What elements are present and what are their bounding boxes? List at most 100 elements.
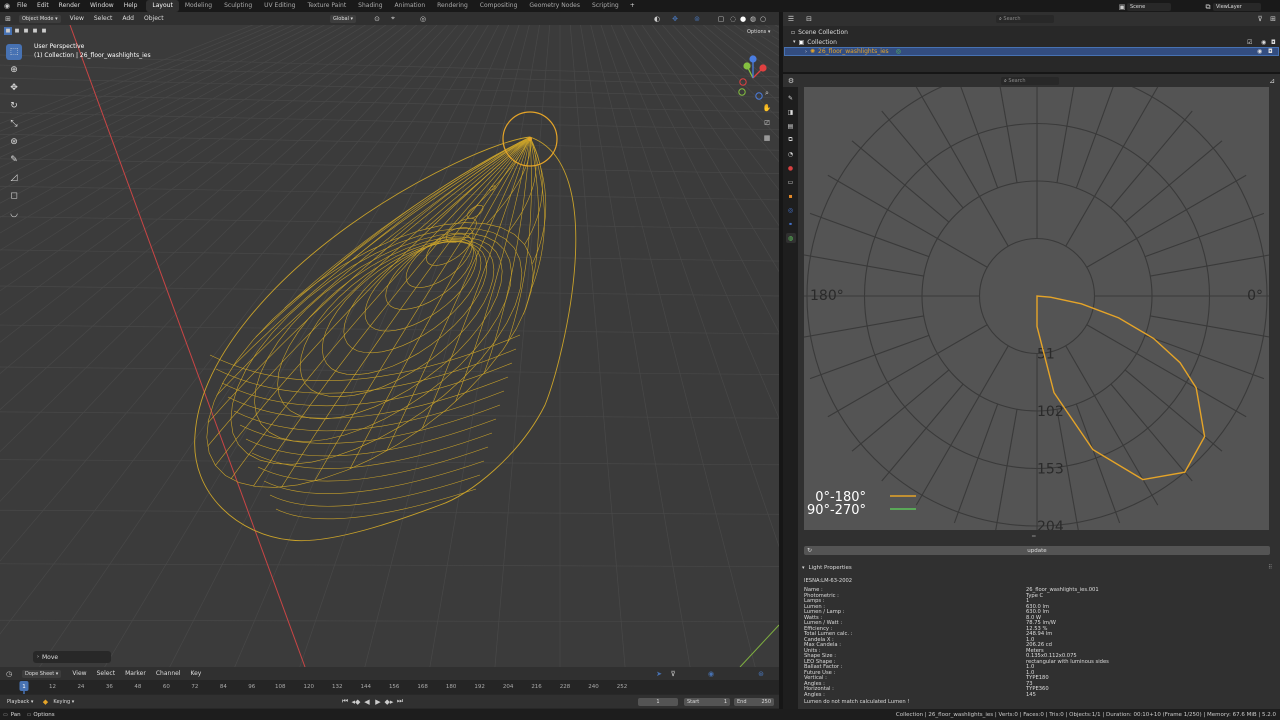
object-render-icon[interactable]: ◘ xyxy=(1268,48,1273,55)
curve-tool-icon[interactable]: ◡ xyxy=(6,206,22,222)
scene-selector[interactable]: ▣ Scene xyxy=(1117,2,1171,12)
scene-name-field[interactable]: Scene xyxy=(1127,3,1171,11)
scale-icon[interactable]: ⤡ xyxy=(6,116,22,132)
jump-start-icon[interactable]: ⏮ xyxy=(340,697,350,707)
select-extend-icon[interactable]: ■ xyxy=(13,27,21,35)
end-frame-field[interactable]: End 250 xyxy=(734,697,774,706)
snap-icon[interactable]: ⌖ xyxy=(388,14,398,24)
playhead-sync-icon[interactable]: ◉ xyxy=(706,669,716,679)
tab-sculpting[interactable]: Sculpting xyxy=(218,0,258,12)
timeline-menu-channel[interactable]: Channel xyxy=(151,668,186,680)
viewport-menu-add[interactable]: Add xyxy=(117,13,139,25)
editor-mode-dropdown[interactable]: Dope Sheet ▾ xyxy=(22,669,62,678)
tab-scripting[interactable]: Scripting xyxy=(586,0,625,12)
pan-hand-icon[interactable]: ✋ xyxy=(762,103,772,113)
scene-tab-icon[interactable]: ◔ xyxy=(786,149,796,159)
timeline-menu-select[interactable]: Select xyxy=(92,668,121,680)
area-divider[interactable] xyxy=(783,72,1280,74)
viewport-canvas[interactable]: ■ ■ ■ ■ ■ User Perspective (1) Collectio… xyxy=(0,25,779,667)
menu-help[interactable]: Help xyxy=(119,0,143,12)
transform-icon[interactable]: ⊛ xyxy=(6,134,22,150)
editor-type-icon[interactable]: ⊞ xyxy=(3,14,13,24)
jump-end-icon[interactable]: ⏭ xyxy=(395,697,405,707)
select-subtract-icon[interactable]: ■ xyxy=(22,27,30,35)
tab-layout[interactable]: Layout xyxy=(146,0,179,12)
overlay-toggle-icon[interactable]: ⊚ xyxy=(692,14,702,24)
gizmo-toggle-icon[interactable]: ✥ xyxy=(670,14,680,24)
cursor-icon[interactable]: ⊕ xyxy=(6,62,22,78)
menu-render[interactable]: Render xyxy=(54,0,85,12)
start-frame-field[interactable]: Start 1 xyxy=(684,697,730,706)
properties-search[interactable]: ⌕ Search xyxy=(1001,76,1059,85)
resize-grip-icon[interactable]: ═ xyxy=(1032,533,1036,540)
tab-rendering[interactable]: Rendering xyxy=(431,0,474,12)
playback-dropdown[interactable]: Playback ▾ xyxy=(4,697,37,706)
viewlayer-name-field[interactable]: ViewLayer xyxy=(1213,3,1261,11)
outliner-editor-icon[interactable]: ☰ xyxy=(786,14,796,24)
collection-checkbox-icon[interactable]: ☑ xyxy=(1247,39,1252,46)
select-invert-icon[interactable]: ■ xyxy=(31,27,39,35)
object-row-selected[interactable]: › ✺ 26_floor_washlights_ies ◎ ◉ ◘ xyxy=(784,47,1279,56)
new-collection-icon[interactable]: ⊞ xyxy=(1268,14,1278,24)
tab-animation[interactable]: Animation xyxy=(389,0,432,12)
ortho-grid-icon[interactable]: ▦ xyxy=(762,133,772,143)
light-properties-panel-header[interactable]: ▾ Light Properties ⠿ xyxy=(802,563,1276,572)
annotate-icon[interactable]: ✎ xyxy=(6,152,22,168)
display-mode-icon[interactable]: ⊟ xyxy=(804,14,814,24)
timeline-editor-icon[interactable]: ◷ xyxy=(4,669,14,679)
keying-dropdown[interactable]: Keying ▾ xyxy=(50,697,78,706)
collection-row[interactable]: ▾ ▣ Collection ☑ ◉ ◘ xyxy=(793,38,1280,46)
transform-orientation-dropdown[interactable]: Global ▾ xyxy=(330,14,357,23)
timeline-menu-key[interactable]: Key xyxy=(185,668,206,680)
visibility-icon[interactable]: ◐ xyxy=(652,14,662,24)
tab-texture-paint[interactable]: Texture Paint xyxy=(301,0,352,12)
physics-tab-icon[interactable]: ◎ xyxy=(786,205,796,215)
options-dropdown[interactable]: Options ▾ xyxy=(744,28,774,36)
only-selected-icon[interactable]: ➤ xyxy=(654,669,664,679)
select-new-icon[interactable]: ■ xyxy=(4,27,12,35)
material-shading-icon[interactable]: ◍ xyxy=(748,14,758,24)
object-tab-icon[interactable]: ▪ xyxy=(786,191,796,201)
timeline-ruler[interactable]: 1 12 24 36 48 60 72 84 96 108 120 132 144 156 168 180 19… xyxy=(0,680,779,694)
tab-modeling[interactable]: Modeling xyxy=(179,0,218,12)
select-intersect-icon[interactable]: ■ xyxy=(40,27,48,35)
menu-edit[interactable]: Edit xyxy=(32,0,54,12)
zoom-icon[interactable]: ⌕ xyxy=(762,88,772,98)
viewport-menu-object[interactable]: Object xyxy=(139,13,169,25)
select-box-icon[interactable]: ⬚ xyxy=(6,44,22,60)
pivot-icon[interactable]: ⊙ xyxy=(372,14,382,24)
constraints-tab-icon[interactable]: ⚭ xyxy=(786,219,796,229)
last-operator-panel[interactable]: › Move xyxy=(33,651,111,663)
properties-editor-icon[interactable]: ⚙ xyxy=(786,76,796,86)
outliner-filter-icon[interactable]: ⊽ xyxy=(1255,14,1265,24)
collection-visibility-icon[interactable]: ◉ xyxy=(1261,39,1266,46)
scene-collection-row[interactable]: ▫ Scene Collection xyxy=(791,28,848,36)
tab-shading[interactable]: Shading xyxy=(352,0,388,12)
object-visibility-icon[interactable]: ◉ xyxy=(1257,48,1262,55)
render-tab-icon[interactable]: ◨ xyxy=(786,107,796,117)
menu-window[interactable]: Window xyxy=(85,0,119,12)
update-button[interactable]: ↻ update xyxy=(804,546,1270,555)
camera-view-icon[interactable]: ⎚ xyxy=(762,118,772,128)
prev-keyframe-icon[interactable]: ◂◆ xyxy=(351,697,361,707)
viewport-menu-view[interactable]: View xyxy=(65,13,89,25)
timeline-menu-marker[interactable]: Marker xyxy=(120,668,151,680)
add-cube-icon[interactable]: ◻ xyxy=(6,188,22,204)
viewlayer-selector[interactable]: ⧉ ViewLayer xyxy=(1203,2,1261,12)
play-icon[interactable]: ▶ xyxy=(373,697,383,707)
xray-icon[interactable]: ▢ xyxy=(716,14,726,24)
menu-file[interactable]: File xyxy=(12,0,32,12)
area-divider[interactable] xyxy=(779,12,783,709)
filter-icon[interactable]: ⊽ xyxy=(668,669,678,679)
wireframe-shading-icon[interactable]: ◌ xyxy=(728,14,738,24)
measure-icon[interactable]: ◿ xyxy=(6,170,22,186)
move-icon[interactable]: ✥ xyxy=(6,80,22,96)
object-mode-dropdown[interactable]: Object Mode ▾ xyxy=(19,14,61,23)
tab-compositing[interactable]: Compositing xyxy=(474,0,524,12)
proportional-edit-icon[interactable]: ◎ xyxy=(418,14,428,24)
drag-handle-icon[interactable]: ⠿ xyxy=(1268,564,1272,571)
world-tab-icon[interactable]: ● xyxy=(786,163,796,173)
tab-geometry-nodes[interactable]: Geometry Nodes xyxy=(523,0,586,12)
viewport-menu-select[interactable]: Select xyxy=(89,13,118,25)
collection-tab-icon[interactable]: ▭ xyxy=(786,177,796,187)
